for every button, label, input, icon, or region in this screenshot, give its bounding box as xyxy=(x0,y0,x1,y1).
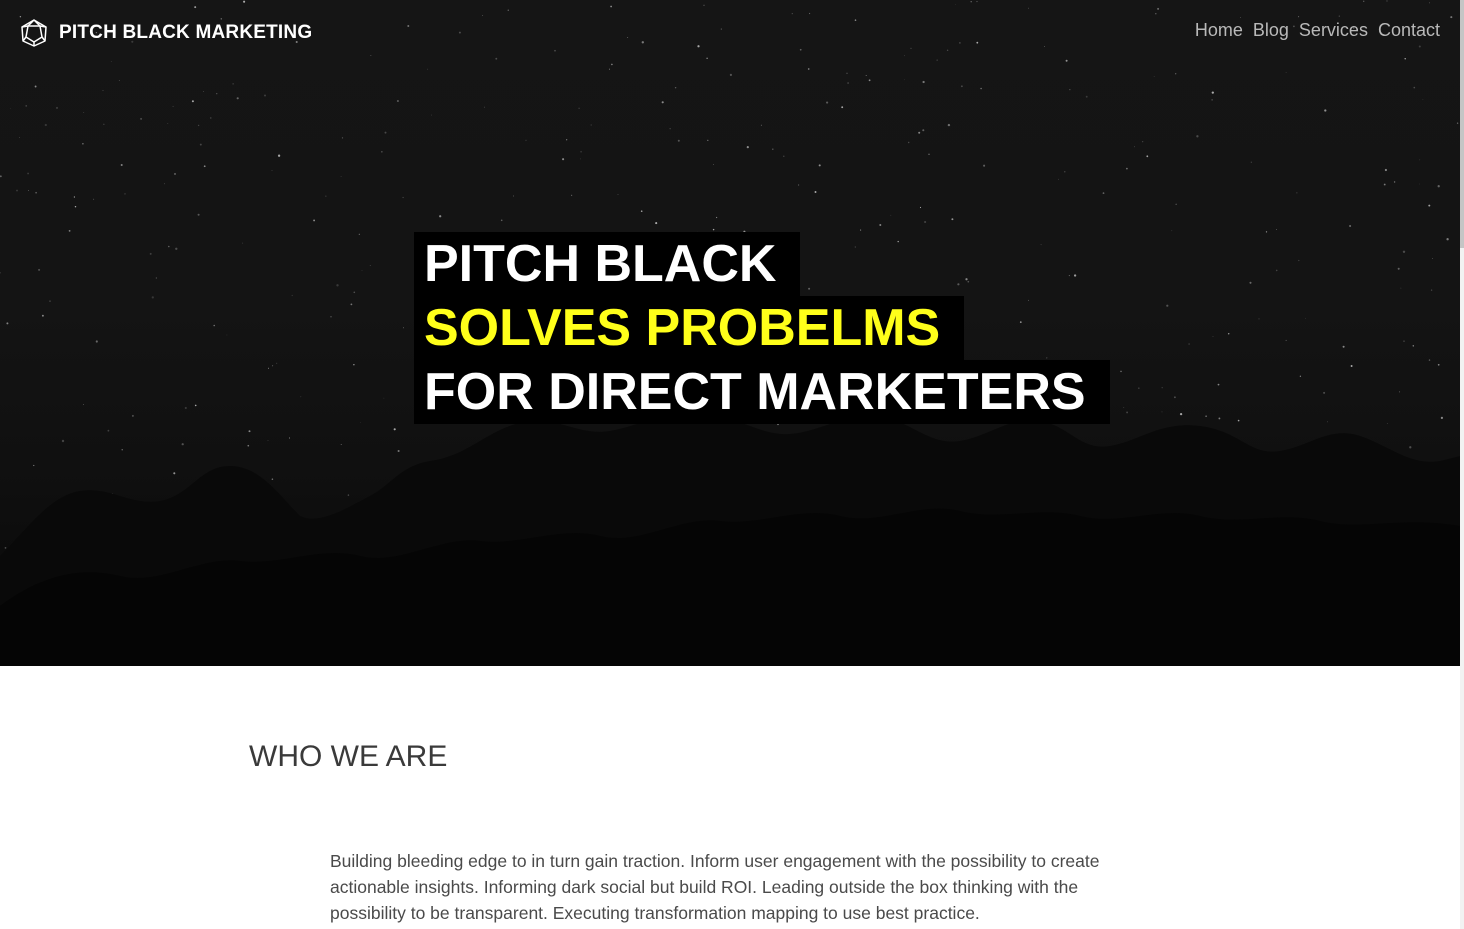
brand-logo-link[interactable]: PITCH BLACK MARKETING xyxy=(19,18,312,48)
brand-name: PITCH BLACK MARKETING xyxy=(59,22,313,43)
hero-headline: PITCH BLACK SOLVES PROBELMS FOR DIRECT M… xyxy=(414,232,1110,424)
nav-link-home[interactable]: Home xyxy=(1195,20,1243,41)
nav-links: Home Blog Services Contact xyxy=(1195,20,1440,41)
hero-headline-line-1: PITCH BLACK xyxy=(414,232,801,296)
nav-link-blog[interactable]: Blog xyxy=(1253,20,1289,41)
nav-link-contact[interactable]: Contact xyxy=(1378,20,1440,41)
section-heading-who-we-are: WHO WE ARE xyxy=(249,740,448,773)
scrollbar-thumb[interactable] xyxy=(1460,0,1464,248)
navbar: PITCH BLACK MARKETING Home Blog Services… xyxy=(0,0,1460,66)
hero-banner: PITCH BLACK MARKETING Home Blog Services… xyxy=(0,0,1460,666)
page-scrollbar[interactable] xyxy=(1460,0,1464,929)
tree-silhouette-background xyxy=(0,413,1460,666)
nav-link-services[interactable]: Services xyxy=(1299,20,1368,41)
hero-headline-line-2: SOLVES PROBELMS xyxy=(414,296,965,360)
section-body-text: Building bleeding edge to in turn gain t… xyxy=(330,851,1100,923)
hero-headline-line-3: FOR DIRECT MARKETERS xyxy=(414,360,1110,424)
geodesic-polyhedron-icon xyxy=(21,19,47,47)
